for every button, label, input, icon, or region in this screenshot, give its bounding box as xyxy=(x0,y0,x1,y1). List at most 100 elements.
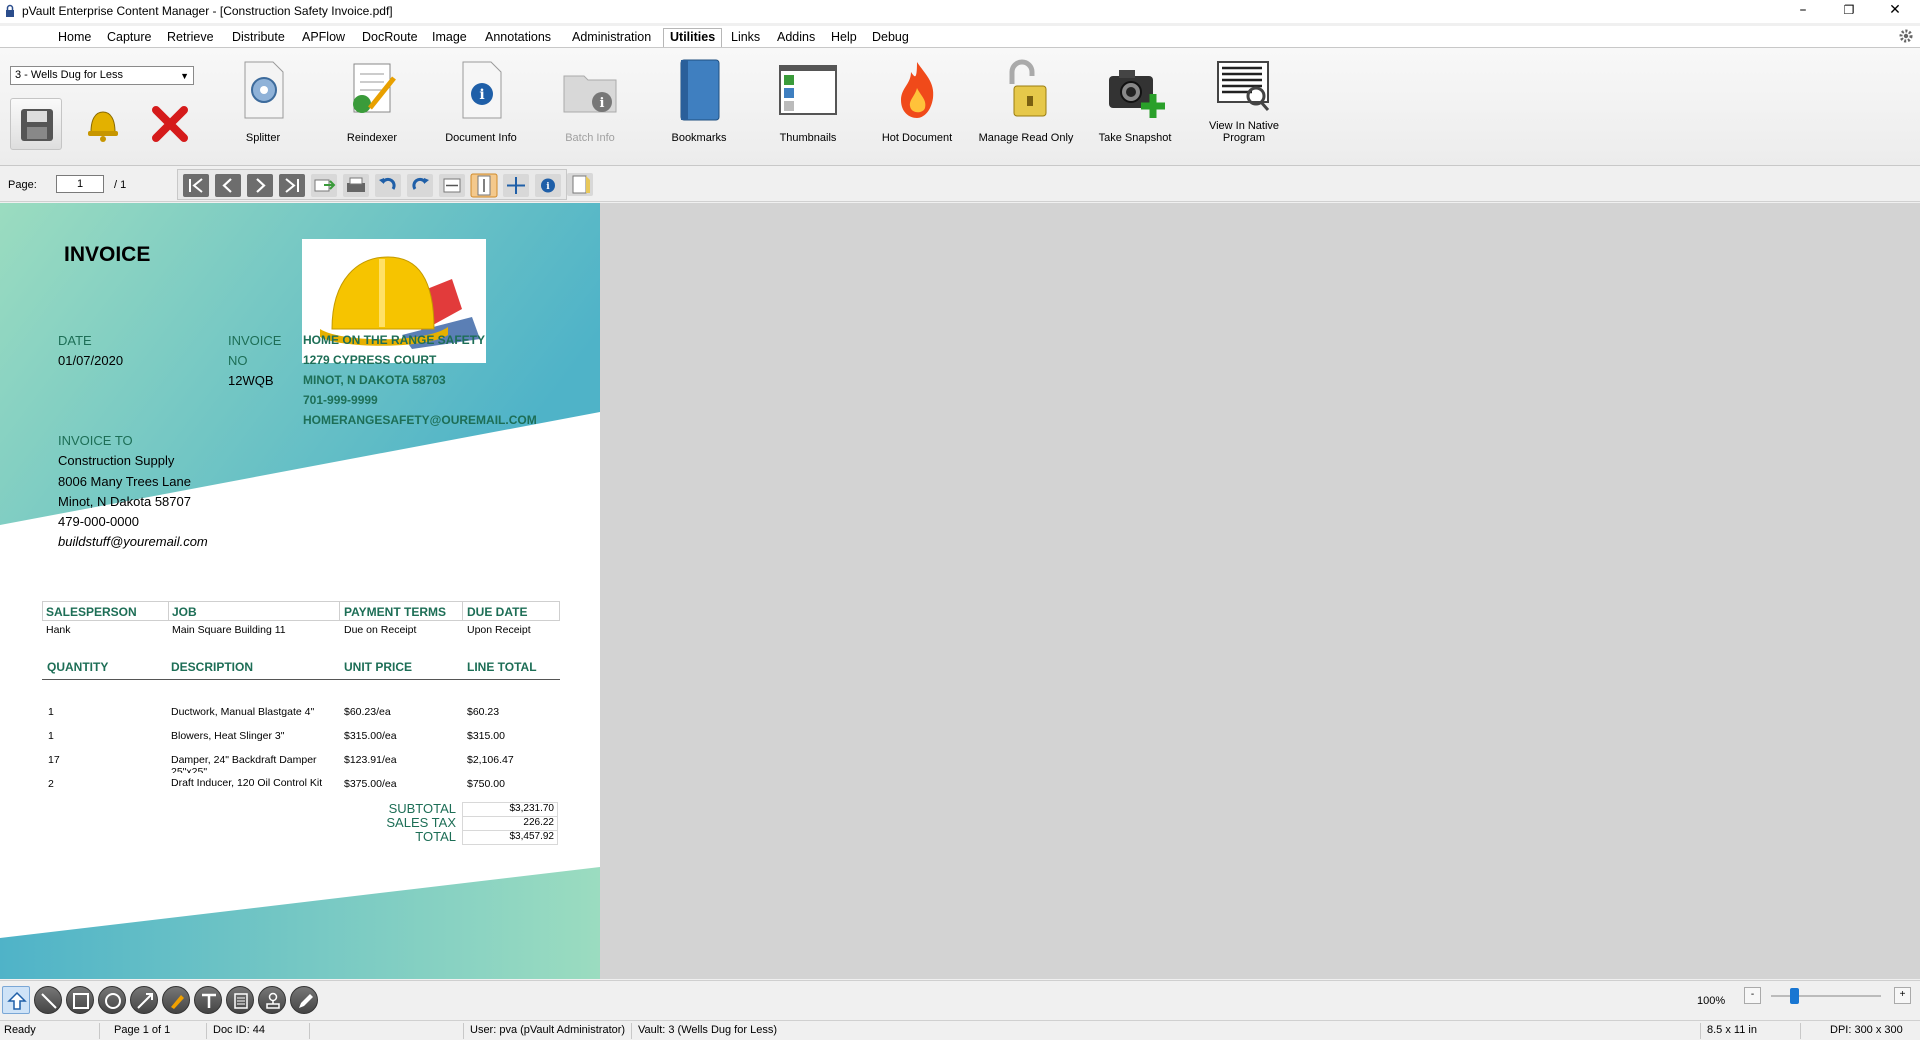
delete-button[interactable] xyxy=(144,98,196,150)
pen-icon xyxy=(299,994,313,1008)
vault-dropdown[interactable]: 3 - Wells Dug for Less ▼ xyxy=(10,66,194,85)
splitter-button[interactable]: Splitter xyxy=(213,54,313,154)
page-label: Page: xyxy=(8,179,37,191)
item-3-description-line2: 25"x25" xyxy=(171,766,208,773)
alert-bell-button[interactable] xyxy=(75,98,127,150)
last-page-icon[interactable] xyxy=(278,173,306,198)
reindexer-button[interactable]: Reindexer xyxy=(322,54,422,154)
status-page: Page 1 of 1 xyxy=(114,1024,171,1036)
bill-to-city: Minot, N Dakota 58707 xyxy=(58,494,191,509)
document-viewer[interactable]: INVOICE DATE 01/07/2020 INVOICE NO 12WQB… xyxy=(0,203,1920,979)
menu-apflow[interactable]: APFlow xyxy=(302,30,345,44)
fit-page-icon[interactable] xyxy=(502,173,530,198)
minimize-button[interactable]: – xyxy=(1780,0,1826,23)
hot-document-button[interactable]: Hot Document xyxy=(867,54,967,154)
items-header-rule xyxy=(42,679,560,680)
batch-info-label: Batch Info xyxy=(565,132,615,144)
menu-capture[interactable]: Capture xyxy=(107,30,151,44)
restore-button[interactable]: ❐ xyxy=(1826,0,1872,23)
page-number-input[interactable]: 1 xyxy=(56,175,104,193)
rectangle-tool[interactable] xyxy=(66,986,94,1014)
menu-utilities[interactable]: Utilities xyxy=(663,28,723,47)
menu-distribute[interactable]: Distribute xyxy=(232,30,285,44)
item-1-unit-price: $60.23/ea xyxy=(344,706,391,718)
ellipse-icon xyxy=(105,993,121,1009)
rotate-left-icon[interactable] xyxy=(374,173,402,198)
note-tool[interactable] xyxy=(226,986,254,1014)
menu-debug[interactable]: Debug xyxy=(872,30,909,44)
previous-page-icon[interactable] xyxy=(214,173,242,198)
pen-tool[interactable] xyxy=(290,986,318,1014)
zoom-slider-thumb[interactable] xyxy=(1790,988,1799,1004)
first-page-icon[interactable] xyxy=(182,173,210,198)
document-info-label: Document Info xyxy=(445,132,517,144)
text-tool[interactable] xyxy=(194,986,222,1014)
send-page-icon[interactable] xyxy=(310,173,338,198)
batch-info-button[interactable]: i Batch Info xyxy=(540,54,640,154)
status-doc-id: Doc ID: 44 xyxy=(213,1024,265,1036)
print-icon[interactable] xyxy=(342,173,370,198)
zoom-slider-track[interactable] xyxy=(1771,995,1881,997)
view-native-button[interactable]: View In Native Program xyxy=(1194,54,1294,154)
description-header: DESCRIPTION xyxy=(171,660,254,674)
salesperson-value: Hank xyxy=(46,624,71,636)
menu-links[interactable]: Links xyxy=(731,30,760,44)
page-info-icon[interactable]: i xyxy=(534,173,562,198)
menu-annotations[interactable]: Annotations xyxy=(485,30,551,44)
ellipse-tool[interactable] xyxy=(98,986,126,1014)
invoice-title: INVOICE xyxy=(64,243,151,266)
settings-gear-icon[interactable] xyxy=(1898,28,1914,44)
fit-height-icon[interactable] xyxy=(470,173,498,198)
invoice-no-label-line1: INVOICE xyxy=(228,333,282,348)
stamp-icon xyxy=(266,992,280,1009)
svg-text:i: i xyxy=(600,96,605,111)
select-pointer-tool[interactable] xyxy=(2,986,30,1014)
bookmarks-button[interactable]: Bookmarks xyxy=(649,54,749,154)
manage-read-only-label: Manage Read Only xyxy=(978,132,1074,144)
batch-info-icon: i xyxy=(563,75,617,113)
menu-administration[interactable]: Administration xyxy=(572,30,651,44)
hot-document-label: Hot Document xyxy=(881,132,953,144)
sales-tax-label: SALES TAX xyxy=(386,815,456,830)
next-page-icon[interactable] xyxy=(246,173,274,198)
take-snapshot-button[interactable]: Take Snapshot xyxy=(1085,54,1185,154)
menu-retrieve[interactable]: Retrieve xyxy=(167,30,214,44)
menu-image[interactable]: Image xyxy=(432,30,467,44)
app-lock-icon xyxy=(6,4,14,17)
line-icon xyxy=(41,993,57,1009)
menu-home[interactable]: Home xyxy=(58,30,91,44)
stamp-tool[interactable] xyxy=(258,986,286,1014)
company-name: HOME ON THE RANGE SAFETY xyxy=(303,333,486,347)
zoom-out-button[interactable]: - xyxy=(1744,987,1761,1004)
status-page-size: 8.5 x 11 in xyxy=(1707,1024,1757,1036)
notes-page-icon[interactable] xyxy=(566,172,594,197)
item-4-description: Draft Inducer, 120 Oil Control Kit xyxy=(171,777,323,789)
thumbnails-button[interactable]: Thumbnails xyxy=(758,54,858,154)
close-window-button[interactable]: ✕ xyxy=(1872,0,1918,23)
status-bar: Ready Page 1 of 1 Doc ID: 44 User: pva (… xyxy=(0,1020,1920,1040)
manage-read-only-button[interactable]: Manage Read Only xyxy=(976,54,1076,154)
job-header: JOB xyxy=(172,605,197,619)
highlighter-tool[interactable] xyxy=(162,986,190,1014)
save-button[interactable] xyxy=(10,98,62,150)
line-tool[interactable] xyxy=(34,986,62,1014)
job-value: Main Square Building 11 xyxy=(172,624,286,636)
menu-docroute[interactable]: DocRoute xyxy=(362,30,418,44)
fit-width-icon[interactable] xyxy=(438,173,466,198)
utilities-ribbon: 3 - Wells Dug for Less ▼ Splitter Reinde… xyxy=(0,48,1920,166)
item-3-line-total: $2,106.47 xyxy=(467,754,514,766)
svg-text:i: i xyxy=(546,182,550,192)
rotate-right-icon[interactable] xyxy=(406,173,434,198)
take-snapshot-label: Take Snapshot xyxy=(1098,132,1172,144)
highlighter-icon xyxy=(171,995,184,1009)
menu-addins[interactable]: Addins xyxy=(777,30,815,44)
item-2-unit-price: $315.00/ea xyxy=(344,730,397,742)
arrow-tool[interactable] xyxy=(130,986,158,1014)
status-user: User: pva (pVault Administrator) xyxy=(470,1024,626,1036)
menu-help[interactable]: Help xyxy=(831,30,857,44)
zoom-level: 100% xyxy=(1697,995,1726,1007)
rectangle-icon xyxy=(73,993,89,1009)
document-info-button[interactable]: i Document Info xyxy=(431,54,531,154)
padlock-open-icon xyxy=(1009,59,1047,117)
zoom-in-button[interactable]: + xyxy=(1894,987,1911,1004)
